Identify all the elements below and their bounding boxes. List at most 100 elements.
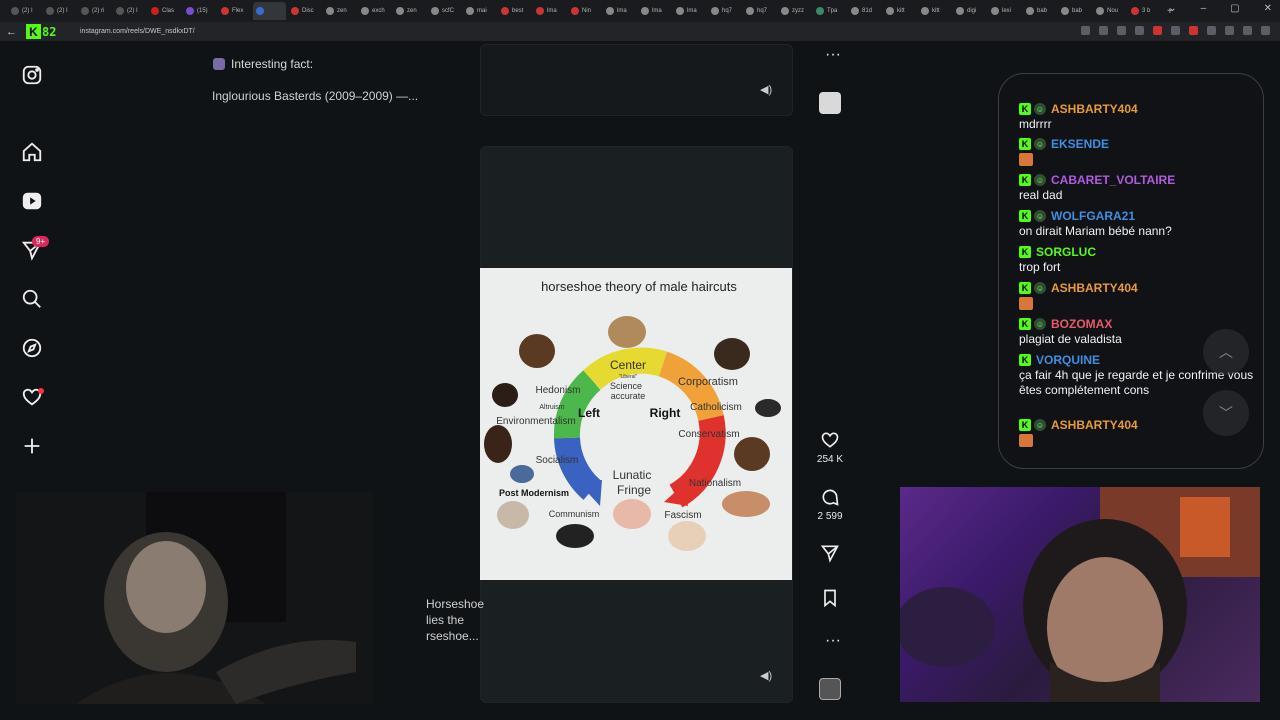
chat-username[interactable]: SORGLUC [1036, 245, 1096, 259]
browser-tab[interactable]: Disc [288, 2, 321, 20]
maximize-icon[interactable]: ▢ [1230, 3, 1239, 14]
profile-icon[interactable] [1243, 26, 1252, 35]
tab-label: scfC [442, 8, 454, 14]
tab-favicon-icon [151, 7, 159, 15]
svg-text:Corporatism: Corporatism [678, 376, 738, 388]
extension-red-icon[interactable] [1189, 26, 1198, 35]
extension-icon[interactable] [1135, 26, 1144, 35]
share-button[interactable] [815, 543, 845, 563]
zoom-icon[interactable] [1099, 26, 1108, 35]
browser-tab[interactable]: (2) I [43, 2, 76, 20]
browser-tab[interactable]: Nou [1093, 2, 1126, 20]
browser-tab[interactable] [253, 2, 286, 20]
download-icon[interactable] [1225, 26, 1234, 35]
audio-thumbnail[interactable] [819, 92, 841, 114]
search-icon[interactable] [20, 287, 44, 311]
browser-tab[interactable]: exch [358, 2, 391, 20]
browser-tab[interactable]: lma [673, 2, 706, 20]
fact-body: Inglourious Basterds (2009–2009) —... [212, 89, 419, 103]
tab-label: mai [477, 8, 487, 14]
browser-tab[interactable]: zyzz [778, 2, 811, 20]
svg-text:Nationalism: Nationalism [689, 478, 741, 489]
chat-username[interactable]: VORQUINE [1036, 353, 1100, 367]
browser-tab[interactable]: Clas [148, 2, 181, 20]
save-button[interactable] [815, 588, 845, 608]
browser-tab[interactable]: (2) I [113, 2, 146, 20]
browser-tab[interactable]: zen [323, 2, 356, 20]
browser-tab[interactable]: Tpa [813, 2, 846, 20]
svg-text:Altruism: Altruism [539, 404, 564, 411]
more-options-icon[interactable]: ··· [818, 46, 848, 64]
alien-badge-icon: ☺ [1034, 318, 1046, 330]
browser-tab[interactable]: (2) ri [78, 2, 111, 20]
volume-icon[interactable]: ◀) [760, 83, 774, 97]
url-field[interactable]: instagram.com/reels/DWE_nsdkxDT/ [80, 28, 195, 35]
browser-tab[interactable]: (15) [183, 2, 216, 20]
volume-icon[interactable]: ◀) [760, 669, 774, 683]
home-icon[interactable] [20, 140, 44, 164]
reel-previous[interactable] [480, 44, 793, 116]
back-arrow-icon[interactable]: ← [6, 26, 20, 38]
tab-search-icon[interactable]: ⌄ [1168, 3, 1176, 14]
more-options-icon[interactable]: ··· [818, 632, 848, 650]
svg-text:Left: Left [578, 406, 600, 420]
chat-username[interactable]: ASHBARTY404 [1051, 418, 1138, 432]
svg-text:Catholicism: Catholicism [690, 402, 742, 413]
browser-tab[interactable]: Flex [218, 2, 251, 20]
browser-tab[interactable]: hq7 [743, 2, 776, 20]
extension-icon[interactable] [1171, 26, 1180, 35]
comment-button[interactable]: 2 599 [815, 487, 845, 522]
browser-tab[interactable]: lma [603, 2, 636, 20]
browser-tab[interactable]: digi [953, 2, 986, 20]
explore-icon[interactable] [20, 336, 44, 360]
tab-favicon-icon [501, 7, 509, 15]
menu-icon[interactable] [1261, 26, 1270, 35]
browser-tab[interactable]: lma [533, 2, 566, 20]
browser-tab[interactable]: bab [1058, 2, 1091, 20]
chevron-down-icon[interactable]: ﹀ [1203, 390, 1249, 436]
browser-tab[interactable]: 3 b [1128, 2, 1161, 20]
browser-tab[interactable]: (2) I [8, 2, 41, 20]
browser-tab[interactable]: hq7 [708, 2, 741, 20]
browser-tab[interactable]: scfC [428, 2, 461, 20]
extension-red-icon[interactable] [1153, 26, 1162, 35]
kick-badge-icon: K [1019, 354, 1031, 366]
browser-tab[interactable]: kitt [918, 2, 951, 20]
tab-label: lma [687, 8, 697, 14]
browser-tab[interactable]: kitt [883, 2, 916, 20]
activity-dot [38, 388, 44, 394]
puzzle-icon[interactable] [1207, 26, 1216, 35]
minimize-icon[interactable]: – [1201, 3, 1207, 14]
instagram-icon[interactable] [20, 63, 44, 87]
browser-tab[interactable]: 81d [848, 2, 881, 20]
chat-username[interactable]: WOLFGARA21 [1051, 209, 1135, 223]
tab-label: kitt [932, 8, 940, 14]
tab-label: Tpa [827, 8, 838, 14]
tab-label: zen [337, 8, 347, 14]
bookmark-star-icon[interactable] [1117, 26, 1126, 35]
chat-username[interactable]: EKSENDE [1051, 137, 1109, 151]
chat-username[interactable]: ASHBARTY404 [1051, 102, 1138, 116]
like-button[interactable]: 254 K [815, 430, 845, 465]
bookmark-icon [824, 589, 836, 608]
chat-text: real dad [1019, 188, 1063, 202]
close-window-icon[interactable]: ✕ [1264, 3, 1272, 14]
browser-tab[interactable]: zen [393, 2, 426, 20]
browser-tab[interactable]: lexi [988, 2, 1021, 20]
chat-username[interactable]: ASHBARTY404 [1051, 281, 1138, 295]
browser-tab[interactable]: Nin [568, 2, 601, 20]
chat-username[interactable]: BOZOMAX [1051, 317, 1112, 331]
chat-username[interactable]: CABARET_VOLTAIRE [1051, 173, 1175, 187]
browser-tab[interactable]: best [498, 2, 531, 20]
browser-tab[interactable]: bab [1023, 2, 1056, 20]
svg-text:Hedonism: Hedonism [535, 385, 580, 396]
audio-thumbnail[interactable] [819, 678, 841, 700]
chevron-up-icon[interactable]: ︿ [1203, 329, 1249, 375]
reels-icon[interactable] [20, 189, 44, 213]
browser-tab[interactable]: mai [463, 2, 496, 20]
cast-icon[interactable] [1081, 26, 1090, 35]
tab-label: hq7 [757, 8, 768, 14]
create-icon[interactable] [20, 434, 44, 458]
browser-tab[interactable]: lma [638, 2, 671, 20]
tab-favicon-icon [676, 7, 684, 15]
